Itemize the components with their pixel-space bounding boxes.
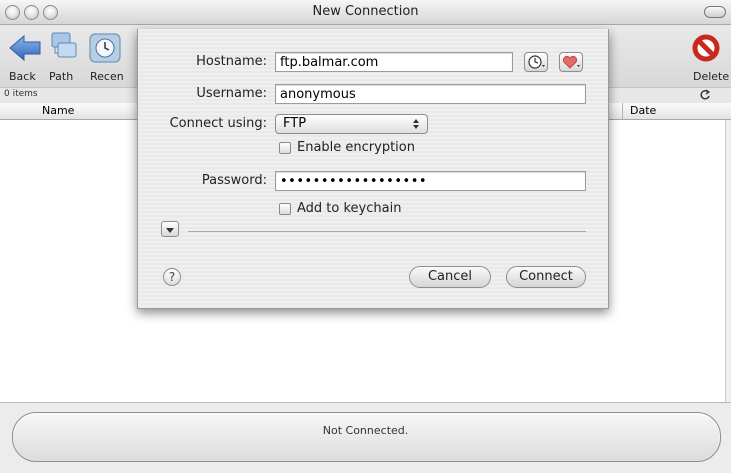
window-title: New Connection [312,4,419,19]
help-button[interactable]: ? [163,268,181,286]
path-icon [51,32,77,58]
enable-encryption-label: Enable encryption [297,140,415,155]
column-divider [622,103,623,119]
heart-icon [562,55,580,69]
cancel-button[interactable]: Cancel [409,266,491,288]
hostname-field[interactable]: ftp.balmar.com [275,52,513,72]
separator-line [188,231,586,232]
username-field[interactable]: anonymous [275,84,586,104]
no-entry-icon [692,34,720,62]
connect-button[interactable]: Connect [506,266,586,288]
column-date[interactable]: Date [630,104,656,117]
delete-label: Delete [693,70,730,83]
username-label: Username: [196,86,267,101]
updown-arrows-icon [413,119,419,129]
password-label: Password: [201,173,267,188]
protocol-value: FTP [283,116,307,131]
refresh-icon[interactable] [699,89,711,101]
recent-button[interactable] [86,31,122,67]
disclosure-triangle-icon [166,228,174,233]
recent-label: Recen [90,70,124,83]
hostname-label: Hostname: [196,54,267,69]
password-field[interactable]: •••••••••••••••••• [275,171,586,191]
items-count: 0 items [4,89,38,99]
add-to-keychain-label: Add to keychain [297,201,402,216]
disclosure-button[interactable] [161,221,179,237]
column-name[interactable]: Name [42,104,74,117]
back-arrow-icon [9,34,41,62]
recent-clock-icon [89,33,121,63]
toolbar-toggle-button[interactable] [704,6,726,18]
enable-encryption-checkbox[interactable] [279,142,291,154]
add-to-keychain-checkbox[interactable] [279,203,291,215]
delete-button[interactable] [691,33,721,65]
history-button[interactable] [524,52,548,72]
path-label: Path [49,70,74,83]
connection-status: Not Connected. [322,424,409,437]
protocol-popup[interactable]: FTP [275,114,428,134]
favorites-button[interactable] [559,52,583,72]
back-label: Back [9,70,36,83]
vertical-scrollbar[interactable] [725,120,731,402]
path-button[interactable] [44,31,78,67]
clock-icon [528,55,545,69]
connect-using-label: Connect using: [169,116,267,131]
back-button[interactable] [8,33,42,67]
